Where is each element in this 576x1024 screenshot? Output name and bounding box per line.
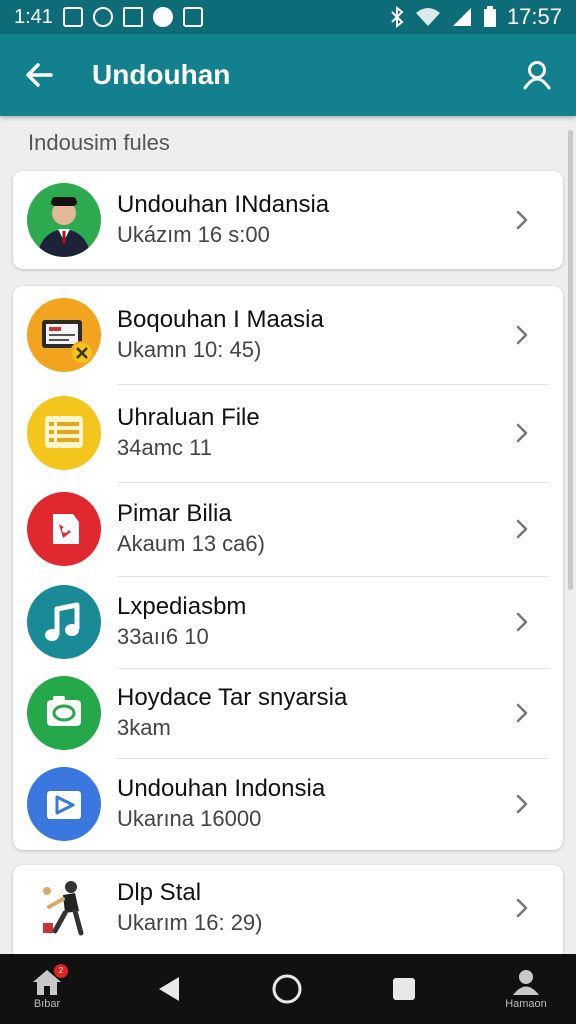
battery-icon [483,6,496,27]
item-texts: Dlp Stal Ukarım 16: 29) [117,878,263,938]
item-texts: Lxpediasbm 33aıı6 10 [117,592,246,652]
person-icon [523,61,551,90]
scrollbar[interactable] [568,130,573,590]
list-item[interactable]: Boqouhan I Maasia Ukamn 10: 45) [13,286,563,384]
chevron-right-icon [516,898,528,918]
app-bar: Undouhan [0,34,576,116]
item-subtitle: Akaum 13 ca6) [117,531,265,556]
list-item[interactable]: Undouhan Indonsia Ukarına 16000 [13,758,563,850]
back-button[interactable] [22,58,56,92]
recents-nav-button[interactable] [388,954,420,1024]
file-icon [182,7,203,27]
triangle-back-icon [159,977,179,1001]
featured-texts: Undouhan INdansia Ukázım 16 s:00 [117,190,329,250]
profile-label: Hamaon [505,998,547,1010]
item-name: Undouhan Indonsia [117,775,326,802]
chat-bubble-icon [27,676,101,750]
status-time: 17:57 [506,4,562,29]
item-subtitle: 3kam [117,715,171,740]
figure-illustration-icon [27,871,101,945]
item-subtitle: Ukarına 16000 [117,806,262,831]
chevron-right-icon [516,794,528,814]
circle-home-icon [272,974,302,1004]
person-nav-icon [513,970,539,995]
whatsapp-icon [152,7,173,27]
status-right: 17:57 [389,4,562,30]
home-button[interactable]: 2 Bıbar [24,954,70,1024]
profile-nav-button[interactable]: Hamaon [496,954,556,1024]
item-texts: Pimar Bilia Akaum 13 ca6) [117,499,265,559]
item-texts: Hoydace Tar snyarsia 3kam [117,683,347,743]
item-texts: Boqouhan I Maasia Ukamn 10: 45) [117,305,324,365]
files-card: Boqouhan I Maasia Ukamn 10: 45) Uhraluan… [13,286,563,850]
play-folder-icon [27,767,101,841]
home-nav-button[interactable] [266,954,308,1024]
document-icon [27,298,101,372]
item-name: Lxpediasbm [117,593,247,620]
item-name: Undouhan INdansia [117,191,330,218]
item-name: Uhraluan File [117,404,260,431]
bluetooth-icon [391,6,404,28]
item-name: Boqouhan I Maasia [117,306,324,333]
home-label: Bıbar [33,998,61,1010]
chevron-right-icon [516,519,528,539]
item-subtitle: 34amc 11 [117,435,212,460]
featured-card: Undouhan INdansia Ukázım 16 s:00 [13,171,563,269]
chevron-right-icon [516,325,528,345]
wifi-icon [415,8,440,26]
item-subtitle: Ukamn 10: 45) [117,337,262,362]
page-title: Undouhan [92,59,231,90]
chevron-right-icon [516,703,528,723]
image-icon [62,7,83,27]
chevron-right-icon [516,210,528,230]
section-label: Indousim fules [28,130,170,155]
notification-badge: 2 [54,964,68,978]
profile-button[interactable] [520,58,554,92]
list-item-featured[interactable]: Undouhan INdansia Ukázım 16 s:00 [13,171,563,269]
alarm-icon [92,7,113,27]
item-texts: Uhraluan File 34amc 11 [117,403,260,463]
item-subtitle: Ukázım 16 s:00 [117,222,270,247]
list-item[interactable]: Hoydace Tar snyarsia 3kam [13,668,563,758]
tag-icon [27,492,101,566]
item-subtitle: 33aıı6 10 [117,624,209,649]
arrow-left-icon [26,63,53,87]
chevron-right-icon [516,612,528,632]
last-card: Dlp Stal Ukarım 16: 29) [13,865,563,965]
cast-icon [122,7,143,27]
item-name: Hoydace Tar snyarsia [117,684,348,711]
list-icon [27,396,101,470]
item-texts: Undouhan Indonsia Ukarına 16000 [117,774,325,834]
item-name: Dlp Stal [117,879,202,906]
music-note-icon [27,585,101,659]
list-item[interactable]: Lxpediasbm 33aıı6 10 [13,576,563,668]
item-name: Pimar Bilia [117,500,232,527]
back-nav-button[interactable] [148,954,188,1024]
navigation-bar: 2 Bıbar Hamaon [0,954,576,1024]
list-item-last[interactable]: Dlp Stal Ukarım 16: 29) [13,865,563,951]
list-item[interactable]: Pimar Bilia Akaum 13 ca6) [13,482,563,576]
chevron-right-icon [516,423,528,443]
item-subtitle: Ukarım 16: 29) [117,910,263,935]
square-recents-icon [393,978,415,1000]
status-bar: 1:41 17:57 [0,0,576,34]
status-left: 1:41 [14,6,203,29]
signal-icon [452,8,471,26]
list-item[interactable]: Uhraluan File 34amc 11 [13,384,563,482]
person-avatar-icon [27,183,101,257]
status-left-text: 1:41 [14,5,53,28]
